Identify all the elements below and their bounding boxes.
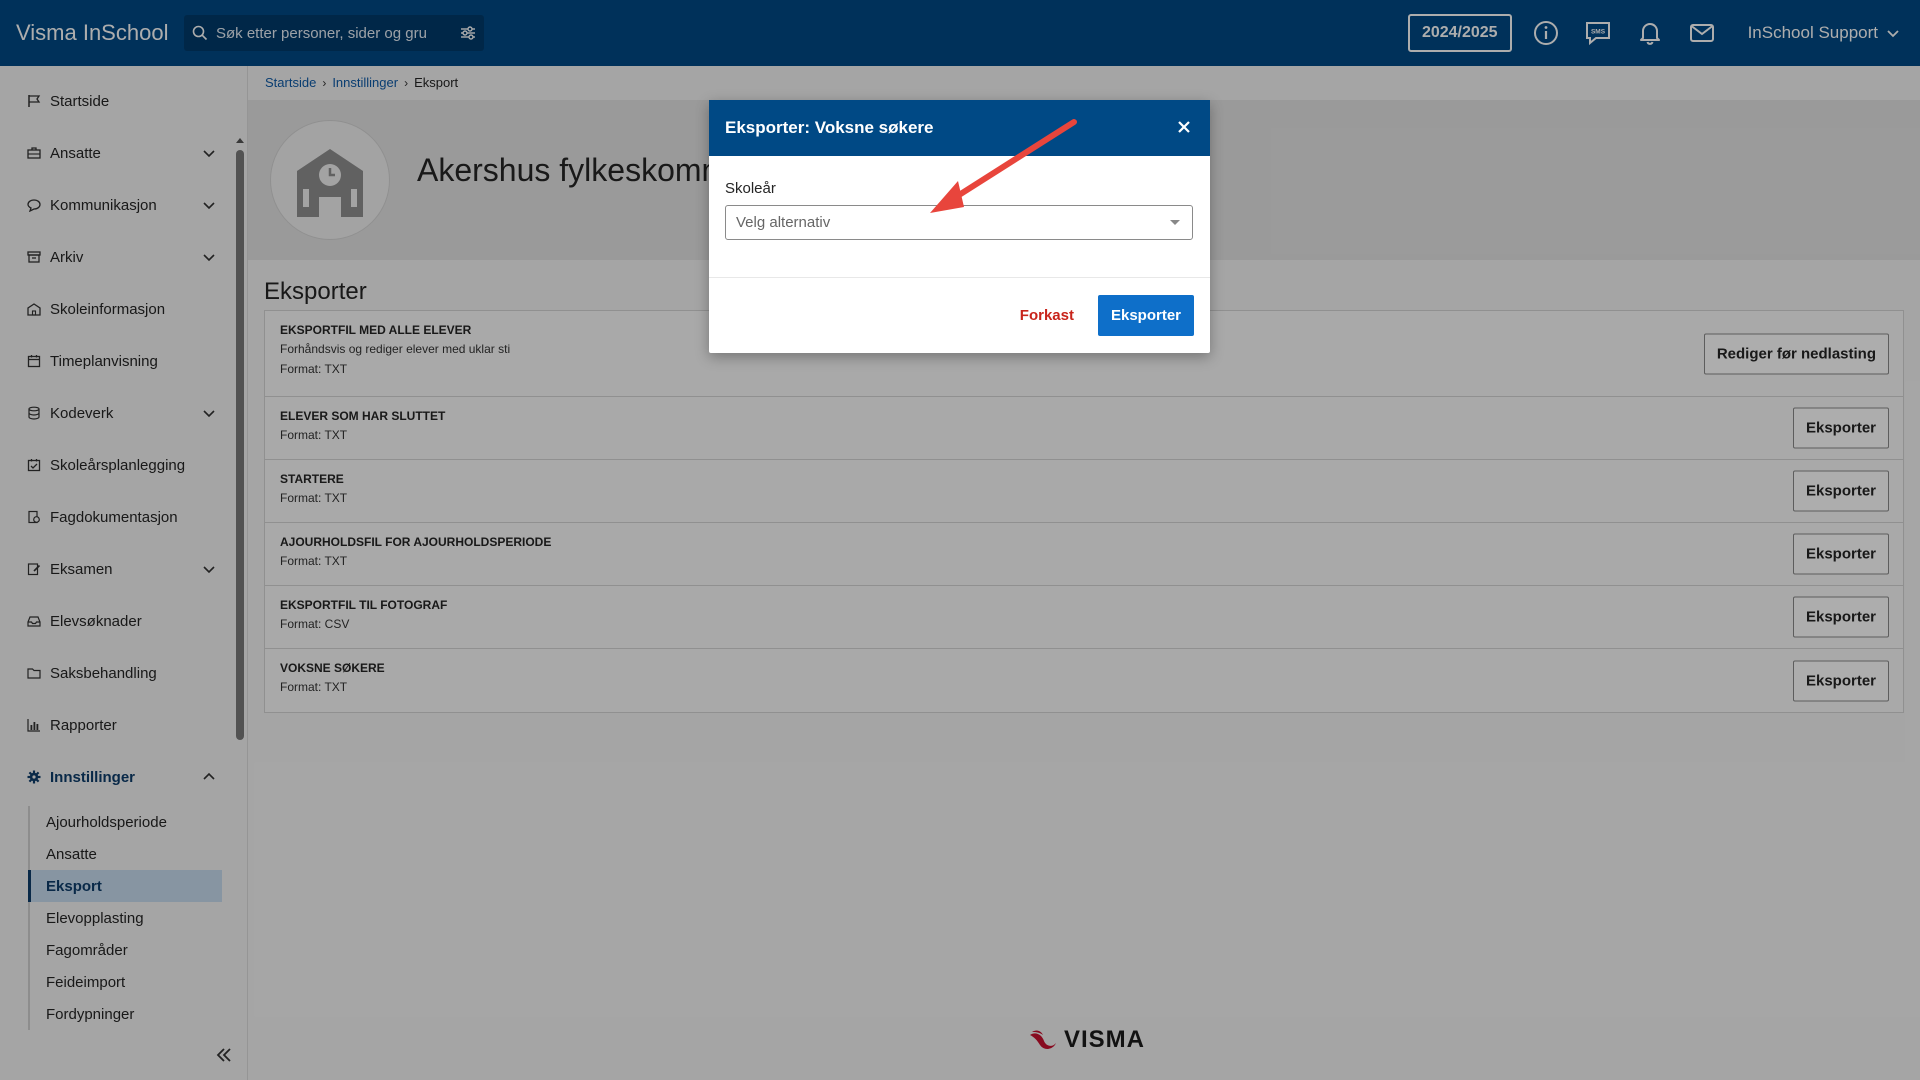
export-dialog: Eksporter: Voksne søkere Skoleår Velg al… [709, 100, 1210, 353]
dialog-body: Skoleår Velg alternativ [709, 156, 1210, 278]
close-icon [1178, 121, 1190, 133]
school-year-select[interactable]: Velg alternativ [725, 205, 1193, 240]
caret-down-icon [1170, 220, 1180, 225]
discard-button[interactable]: Forkast [1020, 307, 1074, 324]
dialog-footer: Forkast Eksporter [709, 278, 1210, 353]
dialog-title: Eksporter: Voksne søkere [725, 118, 934, 137]
select-placeholder: Velg alternativ [736, 214, 831, 231]
dialog-header: Eksporter: Voksne søkere [709, 100, 1210, 156]
export-submit-button[interactable]: Eksporter [1097, 295, 1194, 336]
school-year-label: Skoleår [725, 180, 776, 197]
close-button[interactable] [1174, 117, 1194, 137]
